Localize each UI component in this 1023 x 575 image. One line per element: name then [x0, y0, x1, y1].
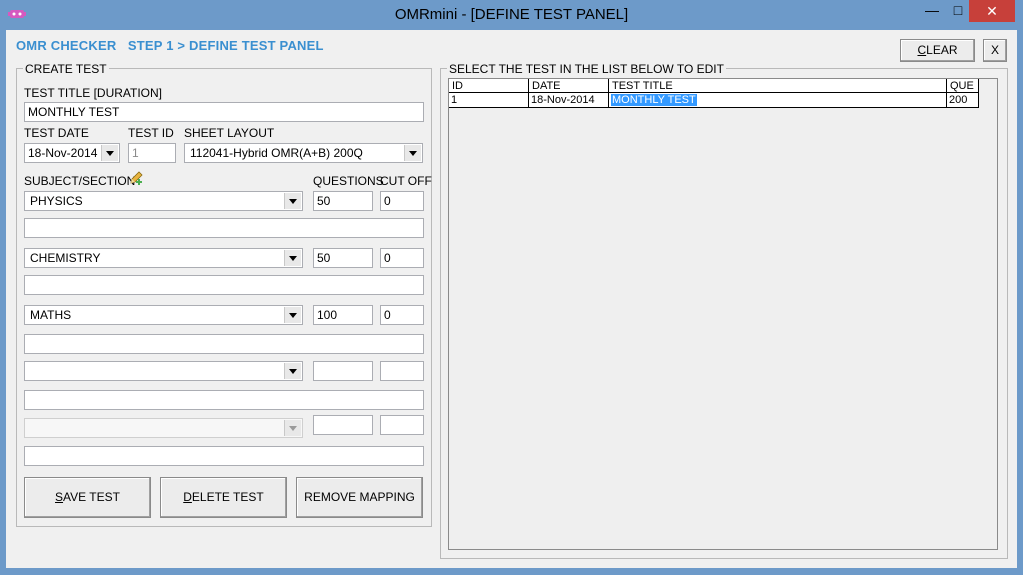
subject-select-value: MATHS	[30, 308, 72, 322]
cutoff-input-4[interactable]	[380, 361, 424, 381]
save-test-button[interactable]: SAVE TEST	[24, 477, 151, 518]
minimize-icon[interactable]: —	[920, 0, 944, 22]
cutoff-input-3[interactable]: 0	[380, 305, 424, 325]
create-test-group-title: CREATE TEST	[23, 62, 109, 76]
column-header-que[interactable]: QUE	[947, 79, 979, 93]
close-panel-button[interactable]: X	[983, 39, 1007, 62]
column-header-id[interactable]: ID	[449, 79, 529, 93]
questions-input-2[interactable]: 50	[313, 248, 373, 268]
subject-section-label: SUBJECT/SECTION	[24, 174, 136, 188]
sheet-layout-label: SHEET LAYOUT	[184, 126, 275, 140]
delete-test-button[interactable]: DELETE TEST	[160, 477, 287, 518]
column-header-test-title[interactable]: TEST TITLE	[609, 79, 947, 93]
subject-note-input-2[interactable]	[24, 275, 424, 295]
subject-note-input-4[interactable]	[24, 390, 424, 410]
clear-button[interactable]: CLEAR	[900, 39, 975, 62]
cutoff-label: CUT OFF	[380, 174, 432, 188]
subject-select-4[interactable]	[24, 361, 303, 381]
test-title-label: TEST TITLE [DURATION]	[24, 86, 163, 100]
test-date-label: TEST DATE	[24, 126, 89, 140]
table-cell-id[interactable]: 1	[449, 93, 529, 108]
questions-input-1[interactable]: 50	[313, 191, 373, 211]
cutoff-input-5[interactable]	[380, 415, 424, 435]
subject-select-5[interactable]	[24, 418, 303, 438]
test-date-value: 18-Nov-2014	[28, 146, 98, 160]
cutoff-input-2[interactable]: 0	[380, 248, 424, 268]
maximize-icon[interactable]: □	[946, 0, 970, 22]
questions-input-5[interactable]	[313, 415, 373, 435]
subject-select-1[interactable]: PHYSICS	[24, 191, 303, 211]
questions-input-4[interactable]	[313, 361, 373, 381]
remove-mapping-button[interactable]: REMOVE MAPPING	[296, 477, 423, 518]
subject-note-input-5[interactable]	[24, 446, 424, 466]
chevron-down-icon[interactable]	[284, 307, 301, 323]
chevron-down-icon[interactable]	[284, 193, 301, 209]
questions-input-3[interactable]: 100	[313, 305, 373, 325]
test-id-label: TEST ID	[128, 126, 174, 140]
subject-select-value: PHYSICS	[30, 194, 83, 208]
subject-note-input-1[interactable]	[24, 218, 424, 238]
window-title: OMRmini - [DEFINE TEST PANEL]	[394, 6, 629, 23]
chevron-down-icon[interactable]	[284, 363, 301, 379]
subject-select-3[interactable]: MATHS	[24, 305, 303, 325]
breadcrumb: OMR CHECKER STEP 1 > DEFINE TEST PANEL	[16, 38, 324, 53]
close-window-icon[interactable]: ✕	[969, 0, 1015, 22]
selected-title-text: MONTHLY TEST	[611, 94, 697, 106]
test-list-group-title: SELECT THE TEST IN THE LIST BELOW TO EDI…	[447, 62, 726, 76]
edit-pencil-icon[interactable]	[128, 170, 144, 186]
subject-note-input-3[interactable]	[24, 334, 424, 354]
sheet-layout-select[interactable]: 112041-Hybrid OMR(A+B) 200Q	[184, 143, 423, 163]
chevron-down-icon[interactable]	[284, 420, 301, 436]
questions-label: QUESTIONS	[313, 174, 384, 188]
test-date-picker[interactable]: 18-Nov-2014	[24, 143, 120, 163]
cutoff-input-1[interactable]: 0	[380, 191, 424, 211]
chevron-down-icon[interactable]	[284, 250, 301, 266]
test-list-grid[interactable]: ID DATE TEST TITLE QUE 1 18-Nov-2014 MON…	[448, 78, 998, 550]
test-title-input[interactable]: MONTHLY TEST	[24, 102, 424, 122]
subject-select-value: CHEMISTRY	[30, 251, 101, 265]
table-cell-test-title[interactable]: MONTHLY TEST	[609, 93, 947, 108]
test-id-input[interactable]: 1	[128, 143, 176, 163]
sheet-layout-value: 112041-Hybrid OMR(A+B) 200Q	[190, 146, 363, 160]
subject-select-2[interactable]: CHEMISTRY	[24, 248, 303, 268]
table-cell-que[interactable]: 200	[947, 93, 979, 108]
chevron-down-icon[interactable]	[101, 145, 118, 161]
chevron-down-icon[interactable]	[404, 145, 421, 161]
column-header-date[interactable]: DATE	[529, 79, 609, 93]
table-cell-date[interactable]: 18-Nov-2014	[529, 93, 609, 108]
